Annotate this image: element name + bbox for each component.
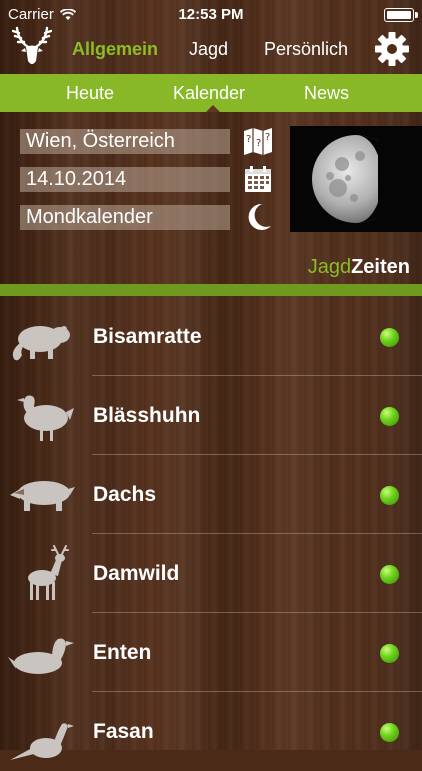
- species-name: Damwild: [93, 562, 180, 585]
- svg-text:?: ?: [265, 132, 270, 143]
- list-item[interactable]: Fasan: [0, 692, 422, 771]
- status-open-indicator: [380, 407, 399, 426]
- list-item[interactable]: Enten: [0, 613, 422, 692]
- status-open-indicator: [380, 644, 399, 663]
- section-divider: [0, 284, 422, 296]
- list-item[interactable]: Bisamratte: [0, 297, 422, 376]
- list-item[interactable]: Dachs: [0, 455, 422, 534]
- svg-text:?: ?: [246, 134, 251, 145]
- sub-navigation: Heute Kalender News: [0, 74, 422, 112]
- fallow-deer-icon: [28, 545, 69, 600]
- tab-news[interactable]: News: [304, 83, 349, 104]
- list-item[interactable]: Damwild: [0, 534, 422, 613]
- brand-part-jagd: Jagd: [307, 256, 352, 278]
- species-name: Blässhuhn: [93, 404, 201, 427]
- status-open-indicator: [380, 565, 399, 584]
- coot-icon: [17, 395, 74, 441]
- brand-part-zeiten: Zeiten: [351, 256, 410, 278]
- species-name: Enten: [93, 641, 152, 664]
- gear-icon[interactable]: [374, 31, 410, 67]
- species-name: Bisamratte: [93, 325, 202, 348]
- svg-text:?: ?: [256, 138, 261, 149]
- moon-phase-image: [290, 126, 422, 232]
- moon-icon: [312, 126, 422, 232]
- tab-kalender[interactable]: Kalender: [173, 83, 245, 104]
- muskrat-icon: [12, 326, 70, 361]
- map-icon[interactable]: ? ? ?: [242, 125, 274, 157]
- species-name: Dachs: [93, 483, 157, 506]
- tab-allgemein[interactable]: Allgemein: [72, 39, 158, 60]
- status-open-indicator: [380, 723, 399, 742]
- list-item[interactable]: Blässhuhn: [0, 376, 422, 455]
- tab-heute[interactable]: Heute: [66, 83, 114, 104]
- status-open-indicator: [380, 328, 399, 347]
- location-field[interactable]: Wien, Österreich: [20, 129, 230, 154]
- crescent-moon-icon[interactable]: [242, 201, 274, 233]
- date-field[interactable]: 14.10.2014: [20, 167, 230, 192]
- active-tab-indicator: [206, 105, 220, 112]
- status-open-indicator: [380, 486, 399, 505]
- battery-icon: [384, 8, 418, 22]
- duck-icon: [8, 638, 74, 674]
- clock: 12:53 PM: [178, 6, 244, 23]
- pheasant-icon: [10, 723, 74, 760]
- top-navigation: Allgemein Jagd Persönlich: [0, 25, 422, 74]
- calendar-type-field[interactable]: Mondkalender: [20, 205, 230, 230]
- jagdzeiten-logo: JagdZeiten: [308, 256, 410, 279]
- calendar-icon[interactable]: [242, 163, 274, 195]
- deer-head-logo-icon[interactable]: [12, 25, 52, 67]
- tab-persoenlich[interactable]: Persönlich: [264, 39, 348, 60]
- status-bar: Carrier 12:53 PM: [0, 0, 422, 28]
- tab-jagd[interactable]: Jagd: [189, 39, 228, 60]
- badger-icon: [10, 481, 75, 511]
- species-name: Fasan: [93, 720, 154, 743]
